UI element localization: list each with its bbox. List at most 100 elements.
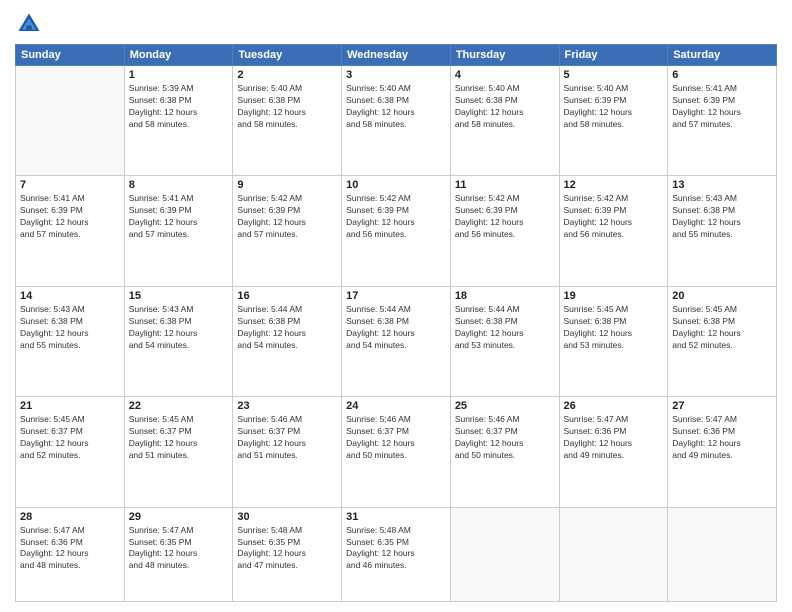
calendar-cell: 20 Sunrise: 5:45 AMSunset: 6:38 PMDayligh…: [668, 286, 777, 396]
calendar-header-saturday: Saturday: [668, 45, 777, 66]
calendar-cell: 2 Sunrise: 5:40 AMSunset: 6:38 PMDaylight…: [233, 66, 342, 176]
day-info: Sunrise: 5:43 AMSunset: 6:38 PMDaylight:…: [20, 304, 120, 352]
day-info: Sunrise: 5:42 AMSunset: 6:39 PMDaylight:…: [564, 193, 664, 241]
calendar-header-tuesday: Tuesday: [233, 45, 342, 66]
day-number: 26: [564, 400, 664, 412]
day-info: Sunrise: 5:47 AMSunset: 6:35 PMDaylight:…: [129, 525, 229, 573]
day-info: Sunrise: 5:46 AMSunset: 6:37 PMDaylight:…: [455, 414, 555, 462]
day-number: 14: [20, 290, 120, 302]
day-number: 6: [672, 69, 772, 81]
day-info: Sunrise: 5:43 AMSunset: 6:38 PMDaylight:…: [672, 193, 772, 241]
logo-icon: [15, 10, 43, 38]
day-number: 15: [129, 290, 229, 302]
calendar-cell: [16, 66, 125, 176]
calendar-cell: 18 Sunrise: 5:44 AMSunset: 6:38 PMDayligh…: [450, 286, 559, 396]
calendar-cell: 13 Sunrise: 5:43 AMSunset: 6:38 PMDayligh…: [668, 176, 777, 286]
day-number: 18: [455, 290, 555, 302]
calendar-cell: [668, 507, 777, 601]
calendar-cell: 15 Sunrise: 5:43 AMSunset: 6:38 PMDayligh…: [124, 286, 233, 396]
day-number: 4: [455, 69, 555, 81]
day-number: 27: [672, 400, 772, 412]
calendar-cell: 7 Sunrise: 5:41 AMSunset: 6:39 PMDaylight…: [16, 176, 125, 286]
calendar: SundayMondayTuesdayWednesdayThursdayFrid…: [15, 44, 777, 602]
day-number: 10: [346, 179, 446, 191]
calendar-week-row: 7 Sunrise: 5:41 AMSunset: 6:39 PMDaylight…: [16, 176, 777, 286]
day-number: 17: [346, 290, 446, 302]
day-number: 13: [672, 179, 772, 191]
calendar-cell: 19 Sunrise: 5:45 AMSunset: 6:38 PMDayligh…: [559, 286, 668, 396]
day-info: Sunrise: 5:46 AMSunset: 6:37 PMDaylight:…: [346, 414, 446, 462]
day-number: 7: [20, 179, 120, 191]
day-info: Sunrise: 5:45 AMSunset: 6:37 PMDaylight:…: [20, 414, 120, 462]
day-number: 16: [237, 290, 337, 302]
day-info: Sunrise: 5:40 AMSunset: 6:38 PMDaylight:…: [346, 83, 446, 131]
day-info: Sunrise: 5:44 AMSunset: 6:38 PMDaylight:…: [346, 304, 446, 352]
calendar-cell: 24 Sunrise: 5:46 AMSunset: 6:37 PMDayligh…: [342, 397, 451, 507]
day-info: Sunrise: 5:40 AMSunset: 6:38 PMDaylight:…: [237, 83, 337, 131]
day-number: 21: [20, 400, 120, 412]
day-info: Sunrise: 5:45 AMSunset: 6:38 PMDaylight:…: [672, 304, 772, 352]
calendar-cell: 14 Sunrise: 5:43 AMSunset: 6:38 PMDayligh…: [16, 286, 125, 396]
calendar-cell: 30 Sunrise: 5:48 AMSunset: 6:35 PMDayligh…: [233, 507, 342, 601]
calendar-cell: 5Sunrise: 5:40 AMSunset: 6:39 PMDaylight…: [559, 66, 668, 176]
calendar-cell: 6 Sunrise: 5:41 AMSunset: 6:39 PMDaylight…: [668, 66, 777, 176]
day-info: Sunrise: 5:41 AMSunset: 6:39 PMDaylight:…: [129, 193, 229, 241]
calendar-cell: 28 Sunrise: 5:47 AMSunset: 6:36 PMDayligh…: [16, 507, 125, 601]
day-number: 3: [346, 69, 446, 81]
day-number: 23: [237, 400, 337, 412]
day-info: Sunrise: 5:41 AMSunset: 6:39 PMDaylight:…: [672, 83, 772, 131]
calendar-week-row: 21 Sunrise: 5:45 AMSunset: 6:37 PMDayligh…: [16, 397, 777, 507]
calendar-cell: 31 Sunrise: 5:48 AMSunset: 6:35 PMDayligh…: [342, 507, 451, 601]
day-info: Sunrise: 5:42 AMSunset: 6:39 PMDaylight:…: [455, 193, 555, 241]
logo: [15, 10, 47, 38]
calendar-header-friday: Friday: [559, 45, 668, 66]
calendar-cell: 23 Sunrise: 5:46 AMSunset: 6:37 PMDayligh…: [233, 397, 342, 507]
calendar-cell: 12Sunrise: 5:42 AMSunset: 6:39 PMDayligh…: [559, 176, 668, 286]
calendar-header-wednesday: Wednesday: [342, 45, 451, 66]
calendar-header-sunday: Sunday: [16, 45, 125, 66]
calendar-cell: 1 Sunrise: 5:39 AMSunset: 6:38 PMDaylight…: [124, 66, 233, 176]
day-info: Sunrise: 5:40 AMSunset: 6:38 PMDaylight:…: [455, 83, 555, 131]
day-info: Sunrise: 5:48 AMSunset: 6:35 PMDaylight:…: [346, 525, 446, 573]
day-number: 29: [129, 511, 229, 523]
day-number: 30: [237, 511, 337, 523]
day-number: 19: [564, 290, 664, 302]
day-number: 2: [237, 69, 337, 81]
page: SundayMondayTuesdayWednesdayThursdayFrid…: [0, 0, 792, 612]
day-info: Sunrise: 5:44 AMSunset: 6:38 PMDaylight:…: [455, 304, 555, 352]
calendar-cell: 17 Sunrise: 5:44 AMSunset: 6:38 PMDayligh…: [342, 286, 451, 396]
day-number: 8: [129, 179, 229, 191]
calendar-cell: 3 Sunrise: 5:40 AMSunset: 6:38 PMDaylight…: [342, 66, 451, 176]
day-number: 24: [346, 400, 446, 412]
day-number: 20: [672, 290, 772, 302]
day-info: Sunrise: 5:43 AMSunset: 6:38 PMDaylight:…: [129, 304, 229, 352]
calendar-cell: 29 Sunrise: 5:47 AMSunset: 6:35 PMDayligh…: [124, 507, 233, 601]
calendar-header-monday: Monday: [124, 45, 233, 66]
day-number: 5: [564, 69, 664, 81]
calendar-cell: 11 Sunrise: 5:42 AMSunset: 6:39 PMDayligh…: [450, 176, 559, 286]
day-info: Sunrise: 5:39 AMSunset: 6:38 PMDaylight:…: [129, 83, 229, 131]
day-info: Sunrise: 5:42 AMSunset: 6:39 PMDaylight:…: [346, 193, 446, 241]
calendar-cell: 27 Sunrise: 5:47 AMSunset: 6:36 PMDayligh…: [668, 397, 777, 507]
day-info: Sunrise: 5:47 AMSunset: 6:36 PMDaylight:…: [672, 414, 772, 462]
calendar-cell: 8 Sunrise: 5:41 AMSunset: 6:39 PMDaylight…: [124, 176, 233, 286]
day-info: Sunrise: 5:47 AMSunset: 6:36 PMDaylight:…: [20, 525, 120, 573]
calendar-cell: 22Sunrise: 5:45 AMSunset: 6:37 PMDayligh…: [124, 397, 233, 507]
day-number: 22: [129, 400, 229, 412]
day-number: 28: [20, 511, 120, 523]
day-info: Sunrise: 5:45 AMSunset: 6:38 PMDaylight:…: [564, 304, 664, 352]
day-info: Sunrise: 5:42 AMSunset: 6:39 PMDaylight:…: [237, 193, 337, 241]
day-number: 1: [129, 69, 229, 81]
day-number: 11: [455, 179, 555, 191]
day-info: Sunrise: 5:46 AMSunset: 6:37 PMDaylight:…: [237, 414, 337, 462]
calendar-cell: [559, 507, 668, 601]
calendar-week-row: 28 Sunrise: 5:47 AMSunset: 6:36 PMDayligh…: [16, 507, 777, 601]
day-info: Sunrise: 5:41 AMSunset: 6:39 PMDaylight:…: [20, 193, 120, 241]
day-number: 31: [346, 511, 446, 523]
calendar-cell: 21 Sunrise: 5:45 AMSunset: 6:37 PMDayligh…: [16, 397, 125, 507]
calendar-cell: 9Sunrise: 5:42 AMSunset: 6:39 PMDaylight…: [233, 176, 342, 286]
calendar-cell: 10 Sunrise: 5:42 AMSunset: 6:39 PMDayligh…: [342, 176, 451, 286]
calendar-cell: [450, 507, 559, 601]
day-info: Sunrise: 5:47 AMSunset: 6:36 PMDaylight:…: [564, 414, 664, 462]
day-info: Sunrise: 5:48 AMSunset: 6:35 PMDaylight:…: [237, 525, 337, 573]
